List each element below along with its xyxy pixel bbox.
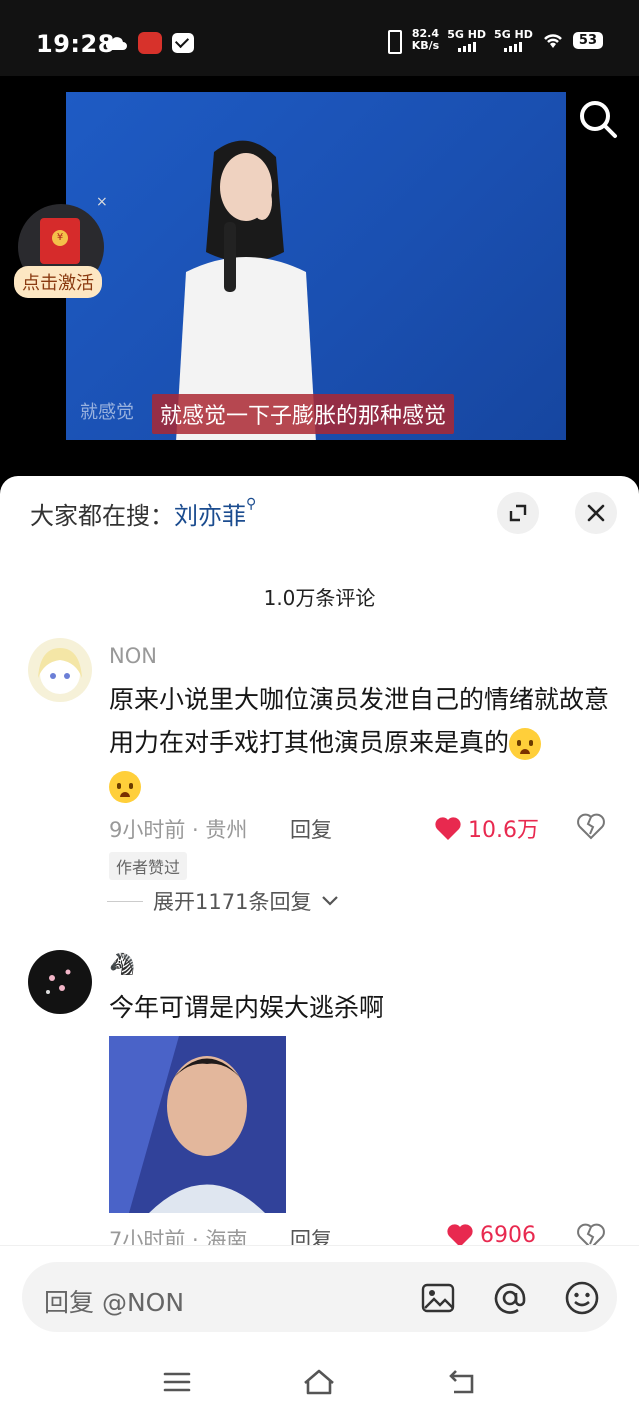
close-icon bbox=[587, 504, 605, 522]
avatar[interactable] bbox=[28, 950, 92, 1014]
vibrate-icon bbox=[382, 28, 404, 54]
wifi-icon bbox=[543, 34, 562, 48]
message-icon bbox=[172, 33, 194, 53]
network-speed: 82.4 KB/s bbox=[411, 27, 440, 52]
like-count: 6906 bbox=[480, 1222, 536, 1248]
heart-filled-icon bbox=[435, 817, 461, 840]
battery-indicator: 53 bbox=[572, 31, 603, 49]
app-notification-icon bbox=[138, 32, 162, 54]
video-player[interactable]: 就感觉 就感觉一下子膨胀的那种感觉 × 点击激活 bbox=[0, 76, 639, 476]
video-subtitle: 就感觉一下子膨胀的那种感觉 bbox=[152, 394, 455, 434]
reply-input[interactable]: 回复 @NON bbox=[22, 1262, 617, 1332]
menu-icon[interactable] bbox=[162, 1367, 192, 1397]
system-nav-bar bbox=[0, 1345, 639, 1422]
expand-icon bbox=[509, 504, 527, 522]
sim2-signal-icon: 5G HD bbox=[494, 29, 533, 52]
status-bar: 19:28 82.4 KB/s 5G HD 5G HD 53 bbox=[0, 0, 639, 76]
comments-count: 1.0万条评论 bbox=[263, 586, 376, 610]
reply-button[interactable]: 回复 bbox=[290, 814, 332, 844]
mention-icon[interactable] bbox=[492, 1280, 528, 1316]
crying-emoji-icon bbox=[109, 771, 141, 803]
like-count: 10.6万 bbox=[468, 818, 539, 843]
reply-bar: 回复 @NON bbox=[0, 1245, 639, 1345]
emoji-icon[interactable] bbox=[564, 1280, 600, 1316]
expand-sheet-button[interactable] bbox=[497, 492, 539, 534]
close-sheet-button[interactable] bbox=[575, 492, 617, 534]
expand-replies-button[interactable]: 展开1171条回复 bbox=[107, 886, 339, 916]
red-packet-activate-label[interactable]: 点击激活 bbox=[14, 266, 102, 298]
chevron-down-icon bbox=[322, 896, 339, 906]
trending-search-hint[interactable]: 大家都在搜：刘亦菲⚲ bbox=[30, 496, 256, 531]
broken-heart-icon[interactable] bbox=[576, 812, 606, 840]
image-icon[interactable] bbox=[420, 1280, 456, 1316]
red-envelope-icon bbox=[40, 218, 80, 264]
home-icon[interactable] bbox=[302, 1367, 336, 1397]
trending-keyword[interactable]: 刘亦菲 bbox=[174, 502, 246, 530]
comment-text: 原来小说里大咖位演员发泄自己的情绪就故意用力在对手戏打其他演员原来是真的 bbox=[109, 678, 619, 807]
comment-time-location: 9小时前 · 贵州 bbox=[109, 818, 248, 842]
reply-placeholder: 回复 @NON bbox=[44, 1288, 185, 1317]
like-button[interactable]: 10.6万 bbox=[434, 812, 539, 844]
crying-emoji-icon bbox=[509, 728, 542, 760]
subtitle-ghost-text: 就感觉 bbox=[80, 402, 134, 423]
cloud-icon bbox=[105, 37, 127, 50]
author-liked-badge: 作者赞过 bbox=[109, 852, 188, 880]
comment-username[interactable]: 🦓 bbox=[109, 952, 135, 977]
comment-username[interactable]: NON bbox=[109, 644, 157, 668]
sim1-signal-icon: 5G HD bbox=[447, 29, 486, 52]
video-frame[interactable]: 就感觉 就感觉一下子膨胀的那种感觉 bbox=[66, 92, 566, 440]
search-icon[interactable] bbox=[577, 98, 619, 140]
avatar[interactable] bbox=[28, 638, 92, 702]
flower-avatar-image bbox=[46, 969, 71, 994]
comment-text: 今年可谓是内娱大逃杀啊 bbox=[109, 993, 385, 1022]
red-packet-close-icon[interactable]: × bbox=[96, 194, 108, 210]
comment-image[interactable] bbox=[109, 1036, 286, 1213]
small-search-icon: ⚲ bbox=[246, 496, 257, 512]
anime-avatar-image bbox=[38, 648, 82, 694]
back-icon[interactable] bbox=[446, 1367, 476, 1397]
